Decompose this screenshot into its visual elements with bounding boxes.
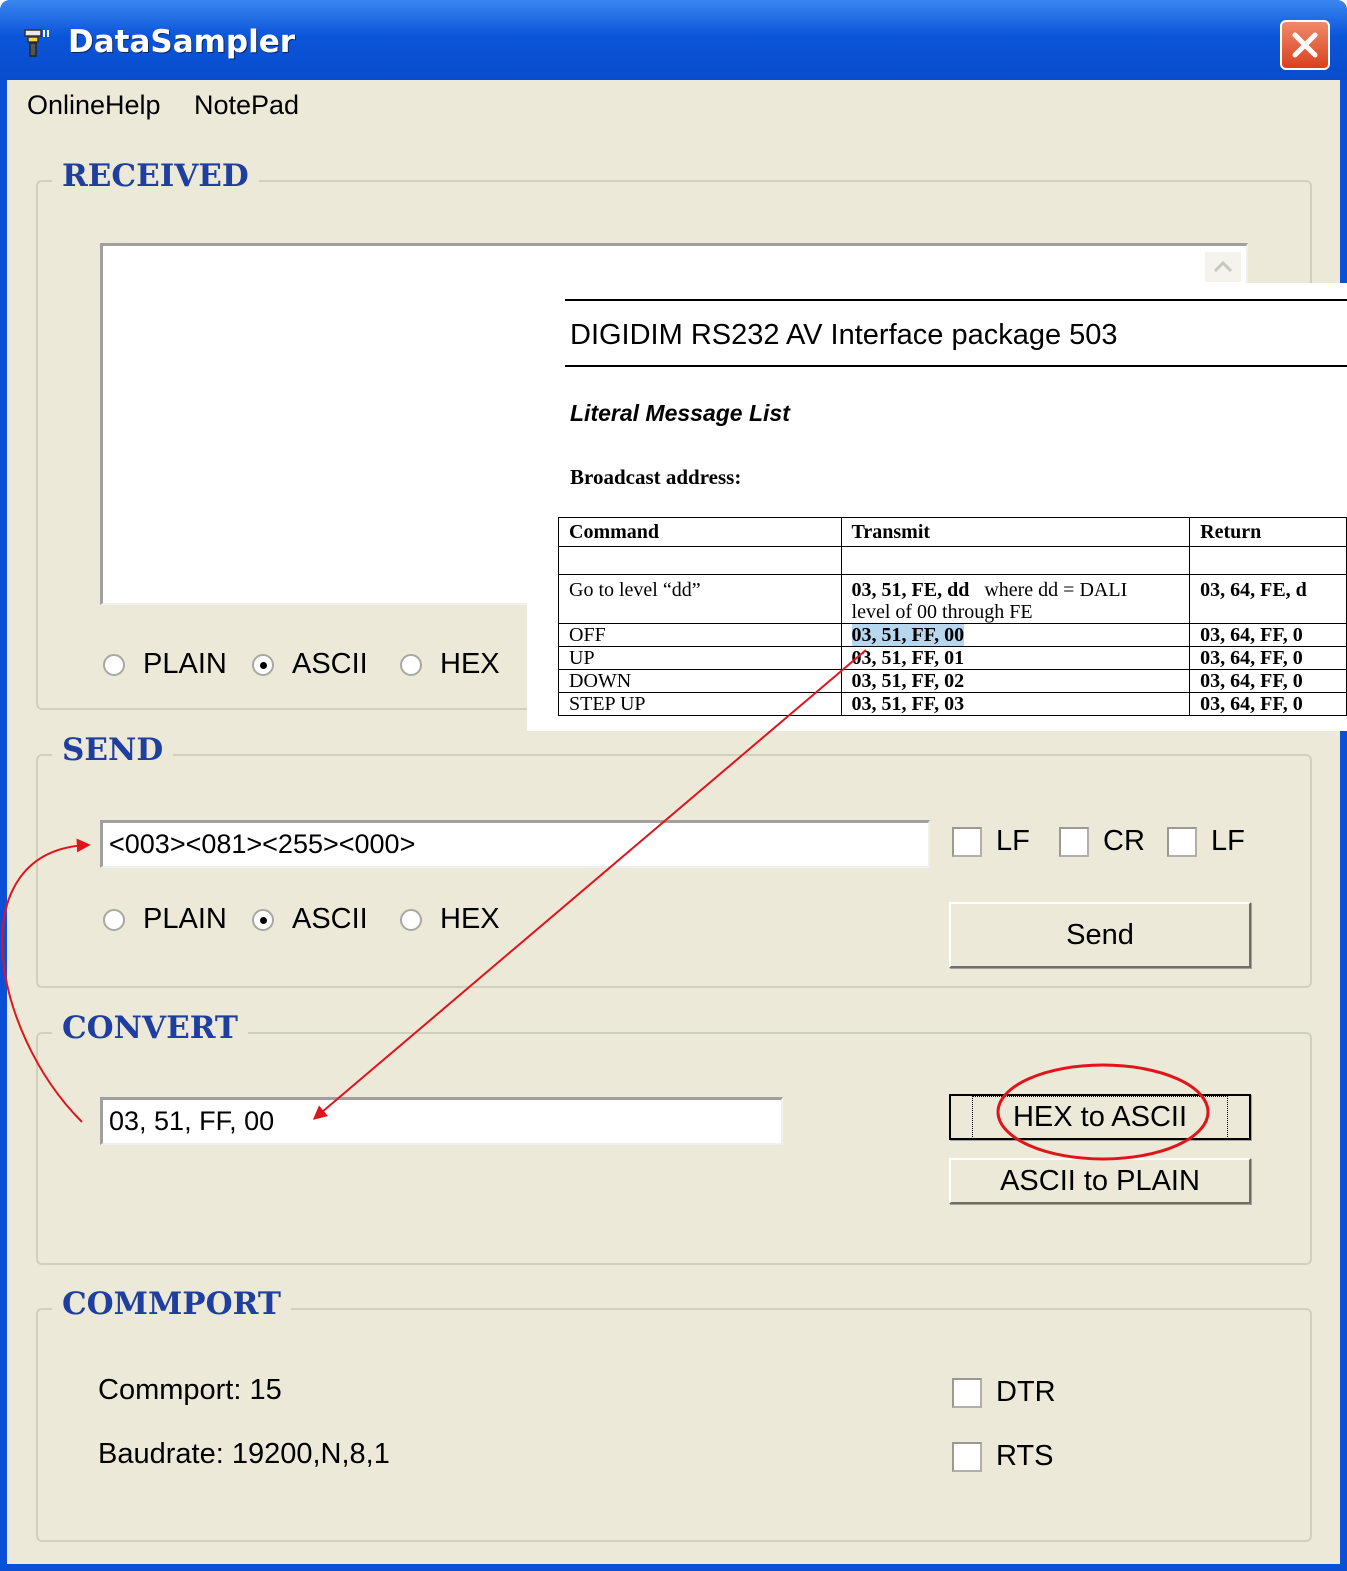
table-cell: 03, 64, FF, 0	[1189, 669, 1347, 693]
received-radio-plain-label: PLAIN	[143, 648, 227, 680]
checkbox-box	[952, 1377, 982, 1408]
radio-circle	[103, 653, 125, 676]
received-radio-hex[interactable]: HEX	[400, 648, 500, 681]
send-cr-checkbox[interactable]: CR	[1059, 825, 1145, 858]
received-radio-ascii[interactable]: ASCII	[252, 648, 368, 681]
table-row: UP 03, 51, FF, 01 03, 64, FF, 0	[558, 646, 1347, 670]
dtr-checkbox[interactable]: DTR	[952, 1376, 1056, 1409]
send-radio-hex[interactable]: HEX	[400, 903, 500, 936]
chevron-up-icon	[1213, 260, 1233, 273]
send-lf-label: LF	[996, 825, 1030, 857]
table-cell: 03, 64, FE, d	[1189, 574, 1347, 624]
highlighted-transmit: 03, 51, FF, 00	[851, 624, 965, 646]
radio-circle	[400, 908, 422, 931]
table-header-return: Return	[1189, 517, 1347, 547]
table-cell: DOWN	[558, 669, 842, 693]
send-radio-plain-label: PLAIN	[143, 903, 227, 935]
table-row: STEP UP 03, 51, FF, 03 03, 64, FF, 0	[558, 692, 1347, 716]
window-title: DataSampler	[68, 24, 296, 60]
received-radio-plain[interactable]: PLAIN	[103, 648, 227, 681]
table-cell-multiline: 03, 51, FE, dd where dd = DALI level of …	[840, 574, 1191, 624]
table-header-row: Command Transmit Return	[558, 517, 1347, 547]
radio-circle	[103, 908, 125, 931]
send-radio-plain[interactable]: PLAIN	[103, 903, 227, 936]
document-excerpt: DIGIDIM RS232 AV Interface package 503 L…	[527, 283, 1347, 731]
table-cell: 03, 51, FF, 02	[840, 669, 1191, 693]
table-cell	[558, 546, 842, 575]
menu-notepad[interactable]: NotePad	[194, 90, 299, 121]
doc-rule-bottom	[565, 365, 1347, 367]
command-table: Command Transmit Return Go to level “dd”…	[558, 517, 1347, 716]
table-row: OFF 03, 51, FF, 00 03, 64, FF, 0	[558, 623, 1347, 647]
table-cell: STEP UP	[558, 692, 842, 716]
convert-group: CONVERT	[36, 1010, 1312, 1265]
title-bar[interactable]: DataSampler	[0, 0, 1347, 80]
table-cell: 03, 51, FF, 03	[840, 692, 1191, 716]
table-cell: 03, 64, FF, 0	[1189, 646, 1347, 670]
ascii-to-plain-button[interactable]: ASCII to PLAIN	[949, 1158, 1251, 1204]
table-row	[558, 546, 1347, 575]
doc-subtitle: Literal Message List	[570, 400, 790, 426]
send-lf2-label: LF	[1211, 825, 1245, 857]
transmit-note: where dd = DALI	[984, 579, 1128, 601]
table-header-command: Command	[558, 517, 842, 547]
hex-to-ascii-label: HEX to ASCII	[971, 1095, 1229, 1139]
convert-group-label: CONVERT	[52, 1010, 248, 1046]
table-cell: UP	[558, 646, 842, 670]
table-row: Go to level “dd” 03, 51, FE, dd where dd…	[558, 574, 1347, 624]
table-cell: Go to level “dd”	[558, 574, 842, 624]
checkbox-box	[952, 826, 982, 857]
table-cell	[1189, 546, 1347, 575]
hex-to-ascii-button[interactable]: HEX to ASCII	[949, 1094, 1251, 1140]
doc-title: DIGIDIM RS232 AV Interface package 503	[570, 319, 1118, 351]
convert-input[interactable]: 03, 51, FF, 00	[100, 1097, 783, 1145]
received-group-label: RECEIVED	[52, 158, 259, 194]
send-button[interactable]: Send	[949, 902, 1251, 968]
dtr-label: DTR	[996, 1376, 1056, 1408]
close-button[interactable]	[1280, 20, 1330, 70]
table-cell: 03, 51, FF, 00	[840, 623, 1191, 647]
rts-checkbox[interactable]: RTS	[952, 1440, 1053, 1473]
send-radio-ascii[interactable]: ASCII	[252, 903, 368, 936]
table-cell: 03, 51, FF, 01	[840, 646, 1191, 670]
radio-circle-selected	[252, 653, 274, 676]
close-icon	[1292, 32, 1318, 58]
table-cell: OFF	[558, 623, 842, 647]
doc-broadcast-label: Broadcast address:	[570, 465, 742, 489]
send-lf2-checkbox[interactable]: LF	[1167, 825, 1245, 858]
menu-bar: OnlineHelp NotePad	[7, 80, 1340, 130]
commport-group: COMMPORT	[36, 1286, 1312, 1542]
baudrate-text: Baudrate: 19200,N,8,1	[98, 1438, 390, 1470]
send-radio-ascii-label: ASCII	[292, 903, 368, 935]
radio-circle-selected	[252, 908, 274, 931]
send-cr-label: CR	[1103, 825, 1145, 857]
rts-label: RTS	[996, 1440, 1054, 1472]
sampler-app-icon	[24, 29, 49, 57]
send-group-label: SEND	[52, 732, 174, 768]
table-row: DOWN 03, 51, FF, 02 03, 64, FF, 0	[558, 669, 1347, 693]
checkbox-box	[1167, 826, 1197, 857]
send-input[interactable]: <003><081><255><000>	[100, 820, 930, 868]
menu-online-help[interactable]: OnlineHelp	[27, 90, 161, 121]
commport-text: Commport: 15	[98, 1374, 282, 1406]
app-window: DataSampler OnlineHelp NotePad RECEIVED …	[0, 0, 1347, 1571]
table-header-transmit: Transmit	[840, 517, 1191, 547]
transmit-code: 03, 51, FE, dd	[851, 579, 970, 601]
received-scroll-up-button[interactable]	[1205, 252, 1241, 282]
checkbox-box	[1059, 826, 1089, 857]
table-cell: 03, 64, FF, 0	[1189, 692, 1347, 716]
commport-group-label: COMMPORT	[52, 1286, 291, 1322]
transmit-note-line2: level of 00 through FE	[851, 601, 1033, 623]
checkbox-box	[952, 1441, 982, 1472]
received-radio-ascii-label: ASCII	[292, 648, 368, 680]
table-cell	[840, 546, 1191, 575]
table-cell: 03, 64, FF, 0	[1189, 623, 1347, 647]
radio-circle	[400, 653, 422, 676]
send-lf-checkbox[interactable]: LF	[952, 825, 1030, 858]
doc-rule-top	[565, 299, 1347, 301]
send-radio-hex-label: HEX	[440, 903, 500, 935]
received-radio-hex-label: HEX	[440, 648, 500, 680]
